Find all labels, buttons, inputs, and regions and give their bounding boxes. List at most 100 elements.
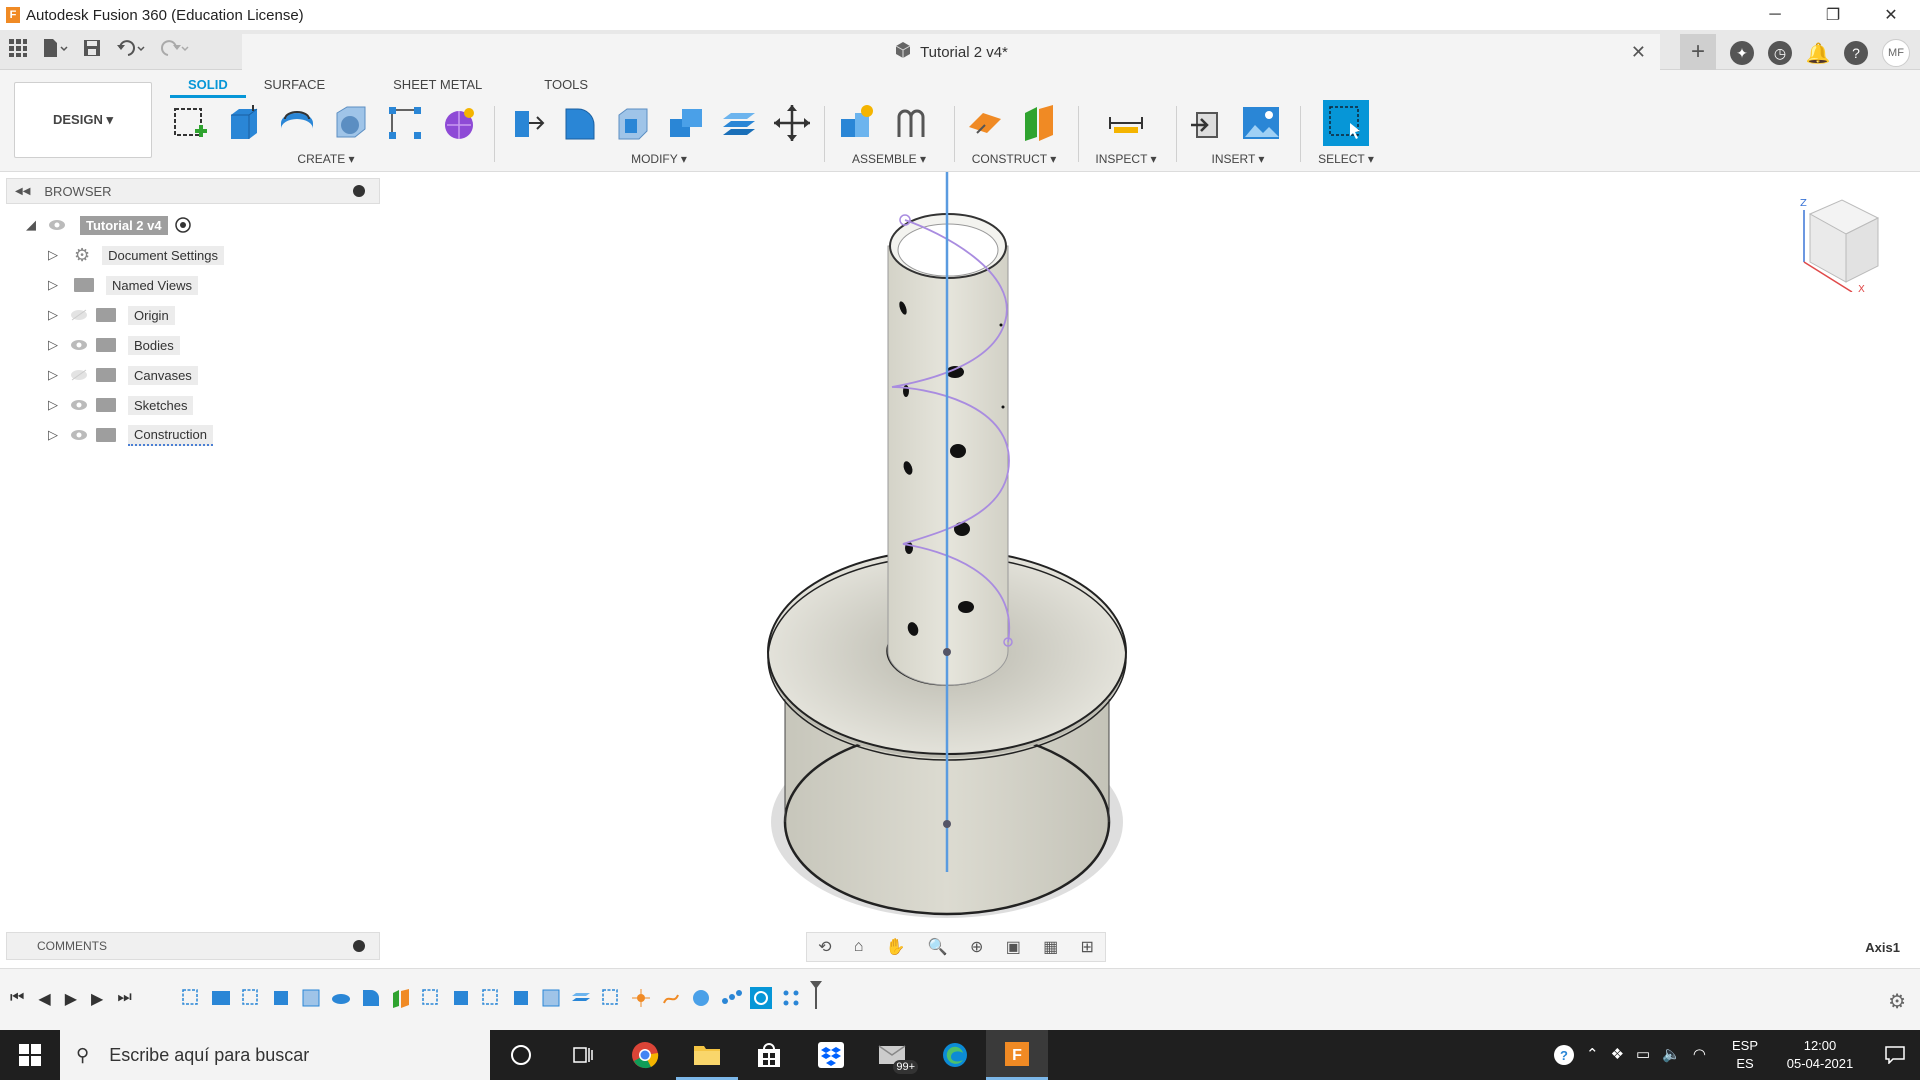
construct-menu-label[interactable]: CONSTRUCT ▾ (962, 152, 1066, 166)
timeline-sketch-icon[interactable] (420, 987, 442, 1009)
go-to-end-icon[interactable]: ⏭ (117, 989, 131, 1009)
combine-icon[interactable] (663, 100, 708, 146)
revolve-icon[interactable] (274, 100, 320, 146)
tree-item-canvases[interactable]: ▷ Canvases (48, 362, 198, 388)
timeline-marker-icon[interactable] (810, 981, 822, 1009)
create-sketch-icon[interactable] (166, 100, 212, 146)
visibility-eye-icon[interactable] (48, 219, 66, 231)
timeline-offset-icon[interactable] (570, 987, 592, 1009)
look-at-icon[interactable]: ⌂ (854, 938, 864, 956)
insert-menu-label[interactable]: INSERT ▾ (1184, 152, 1292, 166)
expand-arrow-icon[interactable]: ▷ (48, 427, 62, 443)
timeline-sketch-icon[interactable] (180, 987, 202, 1009)
view-cube[interactable]: Z X (1790, 192, 1890, 295)
collapse-panel-icon[interactable]: ◀◀ (15, 186, 30, 197)
activate-component-icon[interactable] (174, 216, 192, 234)
tree-item-origin[interactable]: ▷ Origin (48, 302, 175, 328)
move-copy-icon[interactable] (769, 100, 814, 146)
timeline-extrude-icon[interactable] (450, 987, 472, 1009)
assemble-menu-label[interactable]: ASSEMBLE ▾ (834, 152, 944, 166)
fusion360-taskbar-icon[interactable]: F (986, 1030, 1048, 1080)
press-pull-icon[interactable] (504, 100, 549, 146)
restore-button[interactable]: ❐ (1804, 0, 1862, 30)
select-tool-icon[interactable] (1323, 100, 1369, 146)
tab-sheet-metal[interactable]: SHEET METAL (375, 74, 500, 98)
volume-icon[interactable]: 🔈 (1662, 1045, 1681, 1065)
offset-face-icon[interactable] (716, 100, 761, 146)
timeline-canvas-icon[interactable] (210, 987, 232, 1009)
create-menu-label[interactable]: CREATE ▾ (166, 152, 486, 166)
visibility-eye-hidden-icon[interactable] (70, 309, 88, 321)
extrude-icon[interactable] (220, 100, 266, 146)
dropbox-tray-icon[interactable]: ❖ (1611, 1045, 1624, 1065)
help-tray-icon[interactable]: ? (1554, 1045, 1574, 1065)
measure-icon[interactable] (1103, 100, 1149, 146)
tree-item-construction[interactable]: ▷ Construction (48, 422, 213, 448)
redo-icon[interactable] (160, 38, 190, 63)
browser-minimize-icon[interactable] (353, 185, 365, 197)
modify-menu-label[interactable]: MODIFY ▾ (504, 152, 814, 166)
microsoft-store-icon[interactable] (738, 1030, 800, 1080)
battery-icon[interactable]: ▭ (1636, 1045, 1650, 1065)
mail-icon[interactable]: 99+ (862, 1030, 924, 1080)
go-to-start-icon[interactable]: ⏮ (10, 989, 24, 1009)
offset-plane-icon[interactable] (962, 100, 1008, 146)
timeline-sketch-icon[interactable] (480, 987, 502, 1009)
timeline-point-icon[interactable] (630, 987, 652, 1009)
tab-tools[interactable]: TOOLS (526, 74, 606, 98)
workspace-switcher-button[interactable]: DESIGN ▾ (14, 82, 152, 158)
new-component-icon[interactable] (834, 100, 880, 146)
create-form-icon[interactable] (436, 100, 482, 146)
timeline-coil-icon[interactable] (660, 987, 682, 1009)
timeline-sketch-icon[interactable] (600, 987, 622, 1009)
pan-icon[interactable]: ✋ (886, 937, 906, 957)
browser-panel-header[interactable]: ◀◀ BROWSER (6, 178, 380, 204)
file-menu-icon[interactable] (42, 38, 68, 63)
chevron-up-icon[interactable]: ⌃ (1586, 1045, 1599, 1065)
select-menu-label[interactable]: SELECT ▾ (1306, 152, 1386, 166)
cortana-icon[interactable] (490, 1030, 552, 1080)
tree-item-root[interactable]: ◢ Tutorial 2 v4 (26, 212, 192, 238)
comments-panel-header[interactable]: COMMENTS (6, 932, 380, 960)
plane-at-angle-icon[interactable] (1016, 100, 1062, 146)
new-tab-button[interactable]: + (1680, 34, 1716, 70)
visibility-eye-icon[interactable] (70, 399, 88, 411)
expand-arrow-icon[interactable]: ▷ (48, 337, 62, 353)
insert-canvas-icon[interactable] (1238, 100, 1284, 146)
taskbar-search-box[interactable]: ⚲ Escribe aquí para buscar (60, 1030, 490, 1080)
model-canvas[interactable] (380, 172, 1920, 967)
tree-item-document-settings[interactable]: ▷ ⚙ Document Settings (48, 242, 224, 268)
chrome-icon[interactable] (614, 1030, 676, 1080)
visibility-eye-icon[interactable] (70, 339, 88, 351)
expand-arrow-icon[interactable]: ▷ (48, 367, 62, 383)
windows-start-button[interactable] (0, 1030, 60, 1080)
job-status-icon[interactable]: ◷ (1768, 41, 1792, 65)
taskbar-clock[interactable]: 12:00 05-04-2021 (1770, 1037, 1870, 1073)
timeline-active-feature-icon[interactable] (750, 987, 772, 1009)
fit-icon[interactable]: ⊕ (970, 937, 983, 957)
timeline-pattern-icon[interactable] (720, 987, 742, 1009)
grid-settings-icon[interactable]: ▦ (1043, 937, 1058, 957)
shell-icon[interactable] (610, 100, 655, 146)
fillet-icon[interactable] (557, 100, 602, 146)
task-view-icon[interactable] (552, 1030, 614, 1080)
tree-item-sketches[interactable]: ▷ Sketches (48, 392, 194, 418)
close-document-button[interactable]: ✕ (1631, 42, 1646, 63)
timeline-plane-icon[interactable] (390, 987, 412, 1009)
tree-item-bodies[interactable]: ▷ Bodies (48, 332, 180, 358)
base-center-point[interactable] (943, 820, 951, 828)
timeline-revolve-icon[interactable] (330, 987, 352, 1009)
tree-item-named-views[interactable]: ▷ Named Views (48, 272, 198, 298)
expand-arrow-icon[interactable]: ▷ (48, 247, 62, 263)
timeline-extrude-icon[interactable] (270, 987, 292, 1009)
orbit-icon[interactable]: ⟲ (818, 937, 831, 957)
timeline-shell-icon[interactable] (300, 987, 322, 1009)
timeline-fillet-icon[interactable] (360, 987, 382, 1009)
edge-icon[interactable] (924, 1030, 986, 1080)
insert-derive-icon[interactable] (1184, 100, 1230, 146)
minimize-button[interactable]: ─ (1746, 0, 1804, 30)
collapse-arrow-icon[interactable]: ◢ (26, 217, 40, 233)
rectangular-pattern-icon[interactable] (382, 100, 428, 146)
zoom-icon[interactable]: 🔍 (928, 937, 948, 957)
play-icon[interactable]: ▶ (65, 989, 77, 1009)
